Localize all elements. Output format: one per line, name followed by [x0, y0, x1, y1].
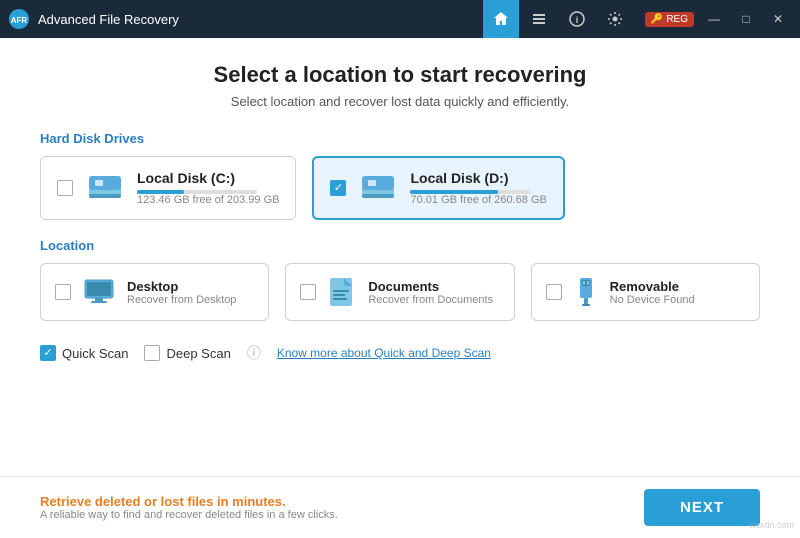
location-grid: Desktop Recover from Desktop Documents R…: [40, 263, 760, 321]
drive-c-name: Local Disk (C:): [137, 170, 279, 186]
drive-c-checkbox[interactable]: [57, 180, 73, 196]
bottom-bar: Retrieve deleted or lost files in minute…: [0, 476, 800, 538]
app-title: Advanced File Recovery: [38, 12, 483, 27]
bottom-info: Retrieve deleted or lost files in minute…: [40, 494, 338, 521]
drive-d-info: Local Disk (D:) 70.01 GB free of 260.68 …: [410, 170, 546, 206]
drive-c-size: 123.46 GB free of 203.99 GB: [137, 194, 279, 206]
maximize-button[interactable]: □: [732, 8, 760, 30]
removable-icon: [574, 276, 598, 308]
drive-c-info: Local Disk (C:) 123.46 GB free of 203.99…: [137, 170, 279, 206]
register-label: REG: [666, 14, 688, 25]
deep-scan-checkbox[interactable]: [144, 345, 160, 361]
drive-d-name: Local Disk (D:): [410, 170, 546, 186]
location-section: Location Desktop Recover from Desktop: [40, 238, 760, 321]
titlebar: AFR Advanced File Recovery i: [0, 0, 800, 38]
titlebar-nav: i: [483, 0, 633, 38]
removable-info: Removable No Device Found: [610, 279, 695, 306]
page-subtitle: Select location and recover lost data qu…: [40, 94, 760, 109]
minimize-button[interactable]: —: [700, 8, 728, 30]
quick-scan-option[interactable]: Quick Scan: [40, 345, 128, 361]
drive-d-size: 70.01 GB free of 260.68 GB: [410, 194, 546, 206]
scan-options: Quick Scan Deep Scan ⓘ Know more about Q…: [40, 335, 760, 371]
location-desktop-card[interactable]: Desktop Recover from Desktop: [40, 263, 269, 321]
scan-learn-more-link[interactable]: Know more about Quick and Deep Scan: [277, 346, 491, 360]
app-logo: AFR: [8, 8, 30, 30]
register-icon: 🔑: [651, 14, 663, 25]
nav-settings-btn[interactable]: [597, 0, 633, 38]
drive-d-icon: [358, 170, 398, 206]
removable-desc: No Device Found: [610, 294, 695, 306]
hard-disk-drives-label: Hard Disk Drives: [40, 131, 760, 146]
close-button[interactable]: ✕: [764, 8, 792, 30]
documents-name: Documents: [368, 279, 493, 294]
location-label: Location: [40, 238, 760, 253]
drives-grid: Local Disk (C:) 123.46 GB free of 203.99…: [40, 156, 760, 220]
nav-home-btn[interactable]: [483, 0, 519, 38]
documents-desc: Recover from Documents: [368, 294, 493, 306]
svg-text:i: i: [576, 15, 579, 25]
desktop-desc: Recover from Desktop: [127, 294, 236, 306]
nav-info-btn[interactable]: i: [559, 0, 595, 38]
window-controls: — □ ✕: [700, 8, 792, 30]
register-button[interactable]: 🔑 REG: [645, 12, 694, 27]
watermark: wsxdn.com: [749, 520, 794, 530]
drive-c-icon: [85, 170, 125, 206]
removable-checkbox[interactable]: [546, 284, 562, 300]
scan-info-icon: ⓘ: [247, 343, 261, 363]
main-content: Select a location to start recovering Se…: [0, 38, 800, 476]
desktop-name: Desktop: [127, 279, 236, 294]
location-removable-card[interactable]: Removable No Device Found: [531, 263, 760, 321]
deep-scan-option[interactable]: Deep Scan: [144, 345, 230, 361]
svg-text:AFR: AFR: [11, 16, 28, 25]
bottom-info-desc: A reliable way to find and recover delet…: [40, 509, 338, 521]
nav-list-btn[interactable]: [521, 0, 557, 38]
drive-d-checkbox[interactable]: [330, 180, 346, 196]
hard-disk-drives-section: Hard Disk Drives Local Disk (C:) 123.46 …: [40, 131, 760, 220]
documents-info: Documents Recover from Documents: [368, 279, 493, 306]
documents-checkbox[interactable]: [300, 284, 316, 300]
drive-d-card[interactable]: Local Disk (D:) 70.01 GB free of 260.68 …: [312, 156, 564, 220]
desktop-icon: [83, 278, 115, 306]
bottom-info-title: Retrieve deleted or lost files in minute…: [40, 494, 338, 509]
quick-scan-label: Quick Scan: [62, 346, 128, 361]
location-documents-card[interactable]: Documents Recover from Documents: [285, 263, 514, 321]
desktop-checkbox[interactable]: [55, 284, 71, 300]
quick-scan-checkbox[interactable]: [40, 345, 56, 361]
drive-c-card[interactable]: Local Disk (C:) 123.46 GB free of 203.99…: [40, 156, 296, 220]
removable-name: Removable: [610, 279, 695, 294]
page-title: Select a location to start recovering: [40, 62, 760, 88]
next-button[interactable]: NEXT: [644, 489, 760, 526]
desktop-info: Desktop Recover from Desktop: [127, 279, 236, 306]
deep-scan-label: Deep Scan: [166, 346, 230, 361]
documents-icon: [328, 276, 356, 308]
